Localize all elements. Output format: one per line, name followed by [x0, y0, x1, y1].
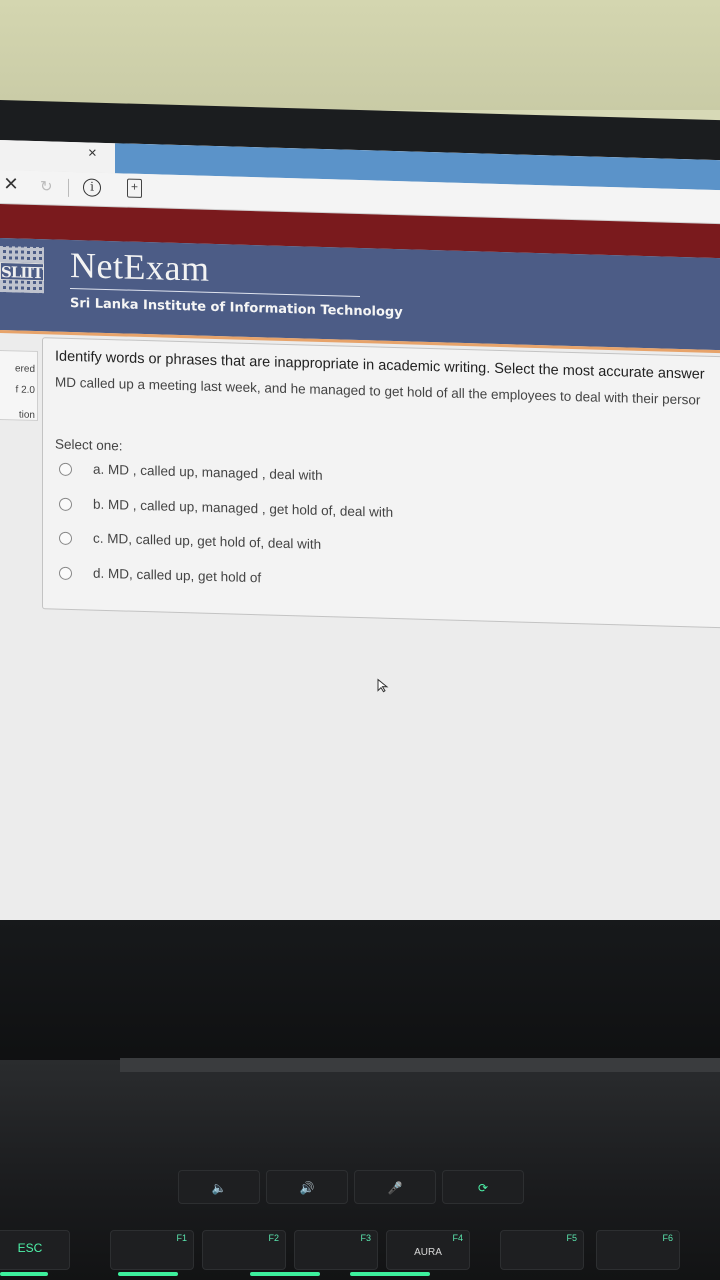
f5-label: F5 — [566, 1233, 577, 1243]
esc-key[interactable]: ESC — [0, 1230, 70, 1270]
laptop-hinge — [120, 1058, 720, 1072]
option-label[interactable]: c. MD, called up, get hold of, deal with — [93, 531, 321, 552]
f2-key[interactable]: F2 — [202, 1230, 286, 1270]
f3-label: F3 — [360, 1233, 371, 1243]
site-info-icon[interactable]: i — [83, 178, 101, 197]
info-flag-question[interactable]: tion — [19, 410, 35, 421]
browser-tab[interactable]: × — [0, 140, 115, 174]
question-card: Identify words or phrases that are inapp… — [42, 337, 720, 629]
f4-key[interactable]: F4 AURA — [386, 1230, 470, 1270]
site-title: NetExam — [70, 244, 210, 289]
mouse-cursor-icon — [377, 678, 389, 693]
answer-option-c[interactable]: c. MD, called up, get hold of, deal with — [59, 530, 719, 568]
question-info-box: ered f 2.0 tion — [0, 350, 38, 422]
key-backlight — [250, 1272, 320, 1276]
monitor-screen: × × ↻ i + SLIIT NetExam Sri Lanka Instit… — [0, 140, 720, 951]
select-one-label: Select one: — [55, 436, 123, 454]
toolbar-divider — [68, 178, 69, 197]
volume-up-icon: 🔊 — [299, 1181, 315, 1195]
f5-key[interactable]: F5 — [500, 1230, 584, 1270]
background-wall — [0, 0, 720, 110]
mic-mute-key[interactable]: 🎤 — [354, 1170, 436, 1204]
option-label[interactable]: a. MD , called up, managed , deal with — [93, 462, 323, 483]
page-icon[interactable]: + — [127, 178, 142, 198]
answer-option-d[interactable]: d. MD, called up, get hold of — [59, 565, 719, 603]
radio-button[interactable] — [59, 566, 72, 581]
site-subtitle: Sri Lanka Institute of Information Techn… — [70, 295, 403, 321]
radio-button[interactable] — [59, 497, 72, 512]
info-answered: ered — [14, 363, 35, 375]
key-backlight — [350, 1272, 430, 1276]
sliit-logo[interactable]: SLIIT — [0, 246, 44, 294]
reload-icon[interactable]: ↻ — [40, 177, 53, 195]
title-divider — [70, 287, 360, 298]
info-marks: f 2.0 — [15, 384, 35, 396]
answer-option-a[interactable]: a. MD , called up, managed , deal with — [59, 461, 719, 499]
esc-label: ESC — [17, 1241, 43, 1255]
logo-text: SLIIT — [0, 262, 44, 283]
option-label[interactable]: d. MD, called up, get hold of — [93, 566, 261, 586]
f1-label: F1 — [176, 1233, 187, 1243]
volume-down-icon: 🔈 — [211, 1181, 227, 1195]
volume-up-key[interactable]: 🔊 — [266, 1170, 348, 1204]
radio-button[interactable] — [59, 531, 72, 546]
f6-label: F6 — [662, 1233, 673, 1243]
aura-label: AURA — [414, 1247, 442, 1258]
f3-key[interactable]: F3 — [294, 1230, 378, 1270]
f2-label: F2 — [268, 1233, 279, 1243]
stop-icon[interactable]: × — [4, 170, 18, 198]
radio-button[interactable] — [59, 462, 72, 477]
monitor-bezel-bottom — [0, 920, 720, 1070]
f4-label: F4 — [452, 1233, 463, 1243]
f6-key[interactable]: F6 — [596, 1230, 680, 1270]
fan-mode-key[interactable]: ⟳ — [442, 1170, 524, 1204]
volume-down-key[interactable]: 🔈 — [178, 1170, 260, 1204]
tab-close-icon[interactable]: × — [88, 144, 97, 161]
key-backlight — [0, 1272, 48, 1276]
answer-option-b[interactable]: b. MD , called up, managed , get hold of… — [59, 496, 719, 534]
fan-icon: ⟳ — [477, 1181, 489, 1195]
key-backlight — [118, 1272, 178, 1276]
mic-mute-icon: 🎤 — [387, 1181, 403, 1195]
f1-key[interactable]: F1 — [110, 1230, 194, 1270]
option-label[interactable]: b. MD , called up, managed , get hold of… — [93, 497, 393, 520]
